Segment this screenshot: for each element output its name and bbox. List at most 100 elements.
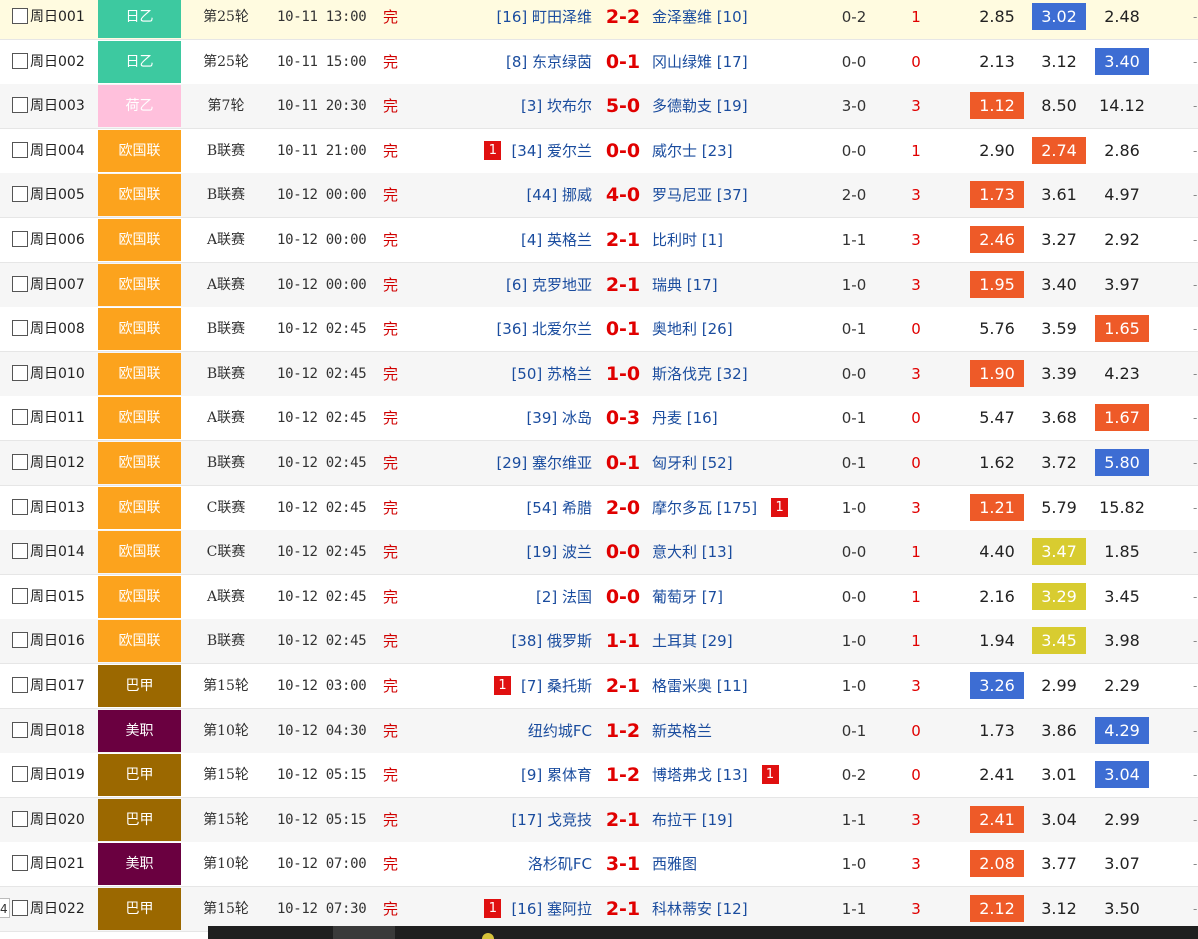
home-team[interactable]: [39] 冰岛: [526, 396, 592, 440]
score[interactable]: 2-0: [598, 486, 648, 530]
away-team[interactable]: 罗马尼亚 [37]: [652, 173, 748, 217]
odds-value[interactable]: 2.85: [970, 3, 1024, 30]
away-team[interactable]: 格雷米奥 [11]: [652, 664, 748, 708]
home-team[interactable]: [2] 法国: [536, 575, 592, 619]
odds-value[interactable]: 3.02: [1032, 3, 1086, 30]
league-badge[interactable]: 欧国联: [98, 174, 181, 217]
odds-value[interactable]: 1.90: [970, 359, 1024, 387]
app-icon[interactable]: [482, 933, 494, 939]
score[interactable]: 2-1: [598, 887, 648, 931]
away-team[interactable]: 威尔士 [23]: [652, 129, 733, 173]
score[interactable]: 0-3: [598, 396, 648, 440]
league-badge[interactable]: 欧国联: [98, 129, 181, 172]
odds-value[interactable]: 3.45: [1032, 627, 1086, 655]
away-team[interactable]: 土耳其 [29]: [652, 619, 733, 663]
odds-value[interactable]: 3.68: [1032, 404, 1086, 431]
score[interactable]: 0-1: [598, 307, 648, 351]
odds-value[interactable]: 3.40: [1095, 47, 1149, 75]
odds-value[interactable]: 4.23: [1095, 360, 1149, 387]
table-row[interactable]: 周日018 美职 第10轮 10-12 04:30 完 纽约城FC 1-2 新英格兰 0-1 0 1…: [0, 708, 1198, 754]
select-checkbox[interactable]: [12, 186, 28, 203]
odds-value[interactable]: 2.41: [970, 761, 1024, 788]
away-team[interactable]: 西雅图: [652, 842, 697, 886]
odds-value[interactable]: 1.73: [970, 181, 1024, 209]
odds-value[interactable]: 3.86: [1032, 717, 1086, 744]
table-row[interactable]: 周日004 欧国联 B联赛 10-11 21:00 完 [34] 爱尔兰 1 0-0 威尔士 […: [0, 128, 1198, 174]
score[interactable]: 1-1: [598, 619, 648, 663]
table-row[interactable]: 周日020 巴甲 第15轮 10-12 05:15 完 [17] 戈竞技 2-1 布拉干 [1…: [0, 797, 1198, 843]
league-badge[interactable]: 欧国联: [98, 620, 181, 663]
score[interactable]: 2-1: [598, 218, 648, 262]
league-badge[interactable]: 欧国联: [98, 219, 181, 261]
home-team[interactable]: [16] 町田泽维: [496, 0, 592, 39]
home-team[interactable]: [4] 英格兰: [521, 218, 592, 262]
score[interactable]: 5-0: [598, 84, 648, 128]
odds-value[interactable]: 14.12: [1095, 92, 1149, 119]
table-row[interactable]: 周日012 欧国联 B联赛 10-12 02:45 完 [29] 塞尔维亚 0-1 匈牙利 […: [0, 441, 1198, 486]
select-checkbox[interactable]: [12, 275, 28, 292]
away-team[interactable]: 冈山绿雉 [17]: [652, 40, 748, 84]
odds-value[interactable]: 1.67: [1095, 404, 1149, 432]
away-team[interactable]: 葡萄牙 [7]: [652, 575, 723, 619]
odds-value[interactable]: 4.40: [970, 538, 1024, 565]
select-checkbox[interactable]: [12, 409, 28, 426]
score[interactable]: 0-1: [598, 441, 648, 485]
home-team[interactable]: [54] 希腊: [526, 486, 592, 530]
home-team[interactable]: [34] 爱尔兰: [511, 129, 592, 173]
odds-value[interactable]: 8.50: [1032, 92, 1086, 119]
odds-value[interactable]: 3.40: [1032, 271, 1086, 298]
score[interactable]: 2-1: [598, 263, 648, 307]
odds-value[interactable]: 1.95: [970, 270, 1024, 298]
select-checkbox[interactable]: [12, 721, 28, 738]
odds-value[interactable]: 2.99: [1032, 672, 1086, 699]
odds-value[interactable]: 3.45: [1095, 583, 1149, 610]
odds-value[interactable]: 4.29: [1095, 716, 1149, 744]
table-row[interactable]: 周日013 欧国联 C联赛 10-12 02:45 完 [54] 希腊 2-0 摩尔多瓦 [1…: [0, 485, 1198, 531]
league-badge[interactable]: 日乙: [98, 0, 181, 38]
table-row[interactable]: 周日001 日乙 第25轮 10-11 13:00 完 [16] 町田泽维 2-2 金泽塞维 …: [0, 0, 1198, 40]
odds-value[interactable]: 2.74: [1032, 136, 1086, 164]
table-row[interactable]: 周日019 巴甲 第15轮 10-12 05:15 完 [9] 累体育 1-2 博塔弗戈 [1…: [0, 753, 1198, 799]
odds-value[interactable]: 3.12: [1032, 895, 1086, 922]
odds-value[interactable]: 1.85: [1095, 538, 1149, 565]
odds-value[interactable]: 15.82: [1095, 494, 1149, 521]
select-checkbox[interactable]: [12, 543, 28, 560]
odds-value[interactable]: 3.01: [1032, 761, 1086, 788]
odds-value[interactable]: 3.07: [1095, 850, 1149, 877]
home-team[interactable]: [38] 俄罗斯: [511, 619, 592, 663]
odds-value[interactable]: 5.79: [1032, 494, 1086, 521]
odds-value[interactable]: 1.62: [970, 449, 1024, 476]
table-row[interactable]: 周日011 欧国联 A联赛 10-12 02:45 完 [39] 冰岛 0-3 丹麦 [16]…: [0, 396, 1198, 442]
table-row[interactable]: 周日017 巴甲 第15轮 10-12 03:00 完 [7] 桑托斯 1 2-1 格雷米奥 […: [0, 664, 1198, 709]
odds-value[interactable]: 3.26: [970, 672, 1024, 699]
odds-value[interactable]: 2.48: [1095, 3, 1149, 30]
table-row[interactable]: 周日015 欧国联 A联赛 10-12 02:45 完 [2] 法国 0-0 葡萄牙 [7] 0…: [0, 574, 1198, 620]
away-team[interactable]: 奥地利 [26]: [652, 307, 733, 351]
home-team[interactable]: [19] 波兰: [526, 530, 592, 574]
home-team[interactable]: [36] 北爱尔兰: [496, 307, 592, 351]
league-badge[interactable]: 欧国联: [98, 531, 181, 574]
select-checkbox[interactable]: [12, 810, 28, 827]
score[interactable]: 4-0: [598, 173, 648, 217]
taskbar-button[interactable]: [333, 926, 395, 939]
odds-value[interactable]: 2.41: [970, 805, 1024, 833]
odds-value[interactable]: 2.08: [970, 850, 1024, 878]
odds-value[interactable]: 3.04: [1032, 806, 1086, 833]
score[interactable]: 0-0: [598, 129, 648, 173]
odds-value[interactable]: 2.99: [1095, 806, 1149, 833]
odds-value[interactable]: 2.46: [970, 226, 1024, 253]
away-team[interactable]: 瑞典 [17]: [652, 263, 718, 307]
away-team[interactable]: 匈牙利 [52]: [652, 441, 733, 485]
table-row[interactable]: 周日005 欧国联 B联赛 10-12 00:00 完 [44] 挪威 4-0 罗马尼亚 [3…: [0, 173, 1198, 219]
away-team[interactable]: 摩尔多瓦 [175]: [652, 486, 757, 530]
league-badge[interactable]: 欧国联: [98, 352, 181, 395]
table-row[interactable]: 周日021 美职 第10轮 10-12 07:00 完 洛杉矶FC 3-1 西雅图 1-0 3 2.…: [0, 842, 1198, 888]
away-team[interactable]: 新英格兰: [652, 709, 712, 753]
select-checkbox[interactable]: [12, 587, 28, 604]
table-row[interactable]: 周日006 欧国联 A联赛 10-12 00:00 完 [4] 英格兰 2-1 比利时 [1]…: [0, 218, 1198, 263]
odds-value[interactable]: 2.92: [1095, 226, 1149, 253]
home-team[interactable]: [17] 戈竞技: [511, 798, 592, 842]
score[interactable]: 2-1: [598, 664, 648, 708]
odds-value[interactable]: 3.04: [1095, 761, 1149, 789]
league-badge[interactable]: 巴甲: [98, 754, 181, 797]
